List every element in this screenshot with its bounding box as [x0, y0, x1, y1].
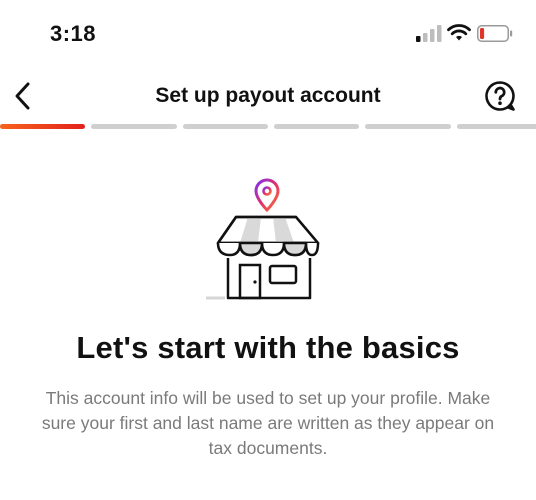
- onboarding-description: This account info will be used to set up…: [41, 388, 495, 458]
- header: Set up payout account: [0, 68, 536, 124]
- wifi-icon: [447, 24, 471, 41]
- progress-step-3: [182, 124, 268, 129]
- onboarding-heading: Let's start with the basics: [76, 330, 460, 365]
- status-bar: 3:18: [0, 0, 536, 62]
- signal-icon: [416, 25, 442, 42]
- progress-indicator: [0, 124, 536, 132]
- help-button[interactable]: [482, 78, 518, 114]
- storefront-icon: [206, 178, 320, 300]
- progress-step-6: [456, 124, 536, 129]
- progress-step-1: [0, 124, 86, 129]
- progress-step-2: [91, 124, 177, 129]
- status-time: 3:18: [50, 21, 97, 46]
- location-pin-icon: [254, 178, 280, 213]
- progress-step-4: [274, 124, 360, 129]
- help-bubble-icon: [485, 81, 515, 111]
- storefront-illustration: [200, 172, 330, 307]
- battery-icon: [477, 25, 513, 42]
- page-title: Set up payout account: [155, 84, 381, 107]
- progress-step-5: [365, 124, 451, 129]
